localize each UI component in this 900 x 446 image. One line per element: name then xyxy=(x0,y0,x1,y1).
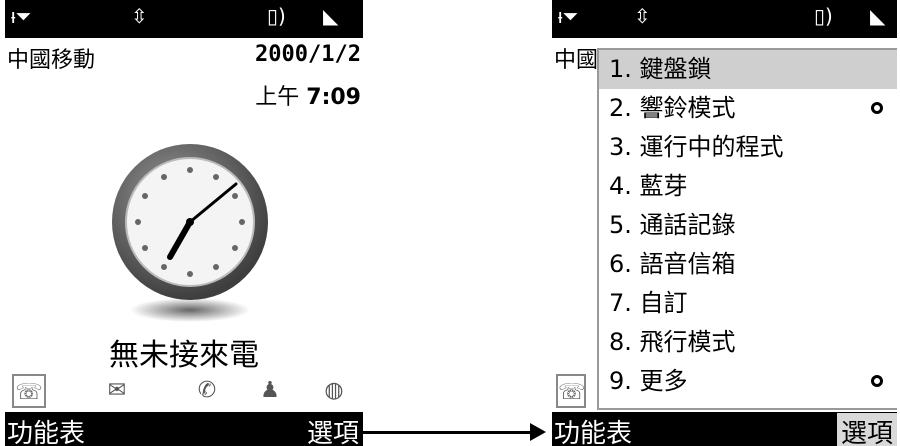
options-softkey[interactable]: 選項 xyxy=(307,413,359,446)
browser-icon[interactable]: ◍ xyxy=(317,374,351,408)
menu-item-bluetooth[interactable]: 4. 藍芽 xyxy=(599,167,897,206)
options-menu: 1. 鍵盤鎖 2. 響鈴模式 3. 運行中的程式 4. 藍芽 5. 通話記錄 6… xyxy=(597,48,897,410)
menu-item-ring-mode[interactable]: 2. 響鈴模式 xyxy=(599,89,897,128)
menu-softkey[interactable]: 功能表 xyxy=(7,413,85,446)
battery-icon: ◣ xyxy=(870,4,886,28)
menu-item-label: 4. 藍芽 xyxy=(609,172,688,200)
menu-item-more[interactable]: 9. 更多 xyxy=(599,362,897,401)
battery-icon: ◣ xyxy=(323,4,339,28)
data-connection-icon: ⇳ xyxy=(131,4,148,28)
menu-item-running-apps[interactable]: 3. 運行中的程式 xyxy=(599,128,897,167)
signal-icon: ᵼ⏷ xyxy=(558,4,579,28)
menu-item-voicemail[interactable]: 6. 語音信箱 xyxy=(599,245,897,284)
phone-icon: ▯) xyxy=(267,4,286,28)
calls-icon[interactable]: ☏ xyxy=(12,374,46,408)
missed-calls-text: 無未接來電 xyxy=(109,338,259,373)
softkey-bar: 功能表 選項 xyxy=(552,412,897,446)
menu-item-customize[interactable]: 7. 自訂 xyxy=(599,284,897,323)
status-bar: ᵼ⏷ ⇳ ▯) ◣ xyxy=(5,0,363,38)
menu-item-label: 6. 語音信箱 xyxy=(609,250,736,278)
carrier-name: 中國 xyxy=(554,48,599,73)
status-bar: ᵼ⏷ ⇳ ▯) ◣ xyxy=(552,0,897,38)
menu-item-label: 1. 鍵盤鎖 xyxy=(609,55,712,83)
options-menu-screen: ᵼ⏷ ⇳ ▯) ◣ 中國 1. 鍵盤鎖 2. 響鈴模式 3. 運行中的程式 4.… xyxy=(552,0,897,446)
contacts-icon[interactable]: ♟ xyxy=(253,374,287,408)
menu-item-flight-mode[interactable]: 8. 飛行模式 xyxy=(599,323,897,362)
menu-item-label: 5. 通話記錄 xyxy=(609,211,736,239)
date-display: 2000/1/2 xyxy=(255,42,361,67)
analog-clock-icon xyxy=(112,144,268,322)
menu-item-label: 7. 自訂 xyxy=(609,289,688,317)
phone-icon: ▯) xyxy=(814,4,833,28)
mail-icon[interactable]: ✆ xyxy=(190,374,224,408)
time-period: 上午 xyxy=(255,85,300,110)
arrow-line xyxy=(363,431,533,434)
menu-item-label: 3. 運行中的程式 xyxy=(609,133,784,161)
submenu-indicator-icon xyxy=(871,102,883,114)
data-connection-icon: ⇳ xyxy=(634,4,651,28)
signal-icon: ᵼ⏷ xyxy=(11,4,32,28)
menu-item-call-log[interactable]: 5. 通話記錄 xyxy=(599,206,897,245)
submenu-indicator-icon xyxy=(871,375,883,387)
menu-softkey[interactable]: 功能表 xyxy=(554,413,632,446)
menu-item-keypad-lock[interactable]: 1. 鍵盤鎖 xyxy=(599,50,897,89)
menu-item-label: 2. 響鈴模式 xyxy=(609,94,736,122)
carrier-name: 中國移動 xyxy=(7,48,96,73)
time-display: 上午 7:09 xyxy=(255,79,361,111)
softkey-bar: 功能表 選項 xyxy=(5,412,363,446)
menu-item-label: 9. 更多 xyxy=(609,367,688,395)
calls-icon[interactable]: ☏ xyxy=(556,374,586,408)
time-value: 7:09 xyxy=(306,85,361,110)
home-screen: ᵼ⏷ ⇳ ▯) ◣ 中國移動 2000/1/2 上午 7:09 無未接來電 ☏ … xyxy=(5,0,363,446)
arrow-head-icon xyxy=(530,423,546,441)
options-softkey[interactable]: 選項 xyxy=(836,413,897,446)
menu-item-label: 8. 飛行模式 xyxy=(609,328,736,356)
messages-icon[interactable]: ✉ xyxy=(100,374,134,408)
